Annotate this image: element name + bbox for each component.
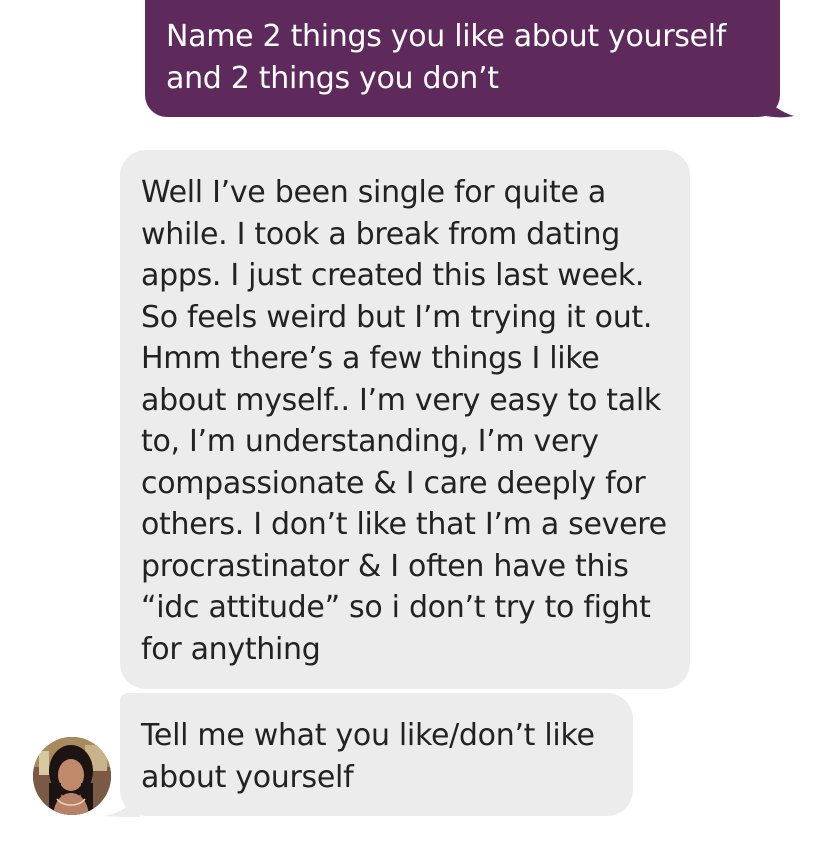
- incoming-message-bubble[interactable]: Well I’ve been single for quite a while.…: [120, 150, 690, 689]
- incoming-message-bubble[interactable]: Tell me what you like/don’t like about y…: [120, 693, 633, 816]
- outgoing-message-bubble[interactable]: Name 2 things you like about yourself an…: [145, 0, 780, 117]
- incoming-bubble-tail-icon: [104, 795, 140, 817]
- profile-photo-icon: [33, 737, 111, 815]
- outgoing-bubble-tail-icon: [758, 92, 794, 118]
- avatar[interactable]: [33, 737, 111, 815]
